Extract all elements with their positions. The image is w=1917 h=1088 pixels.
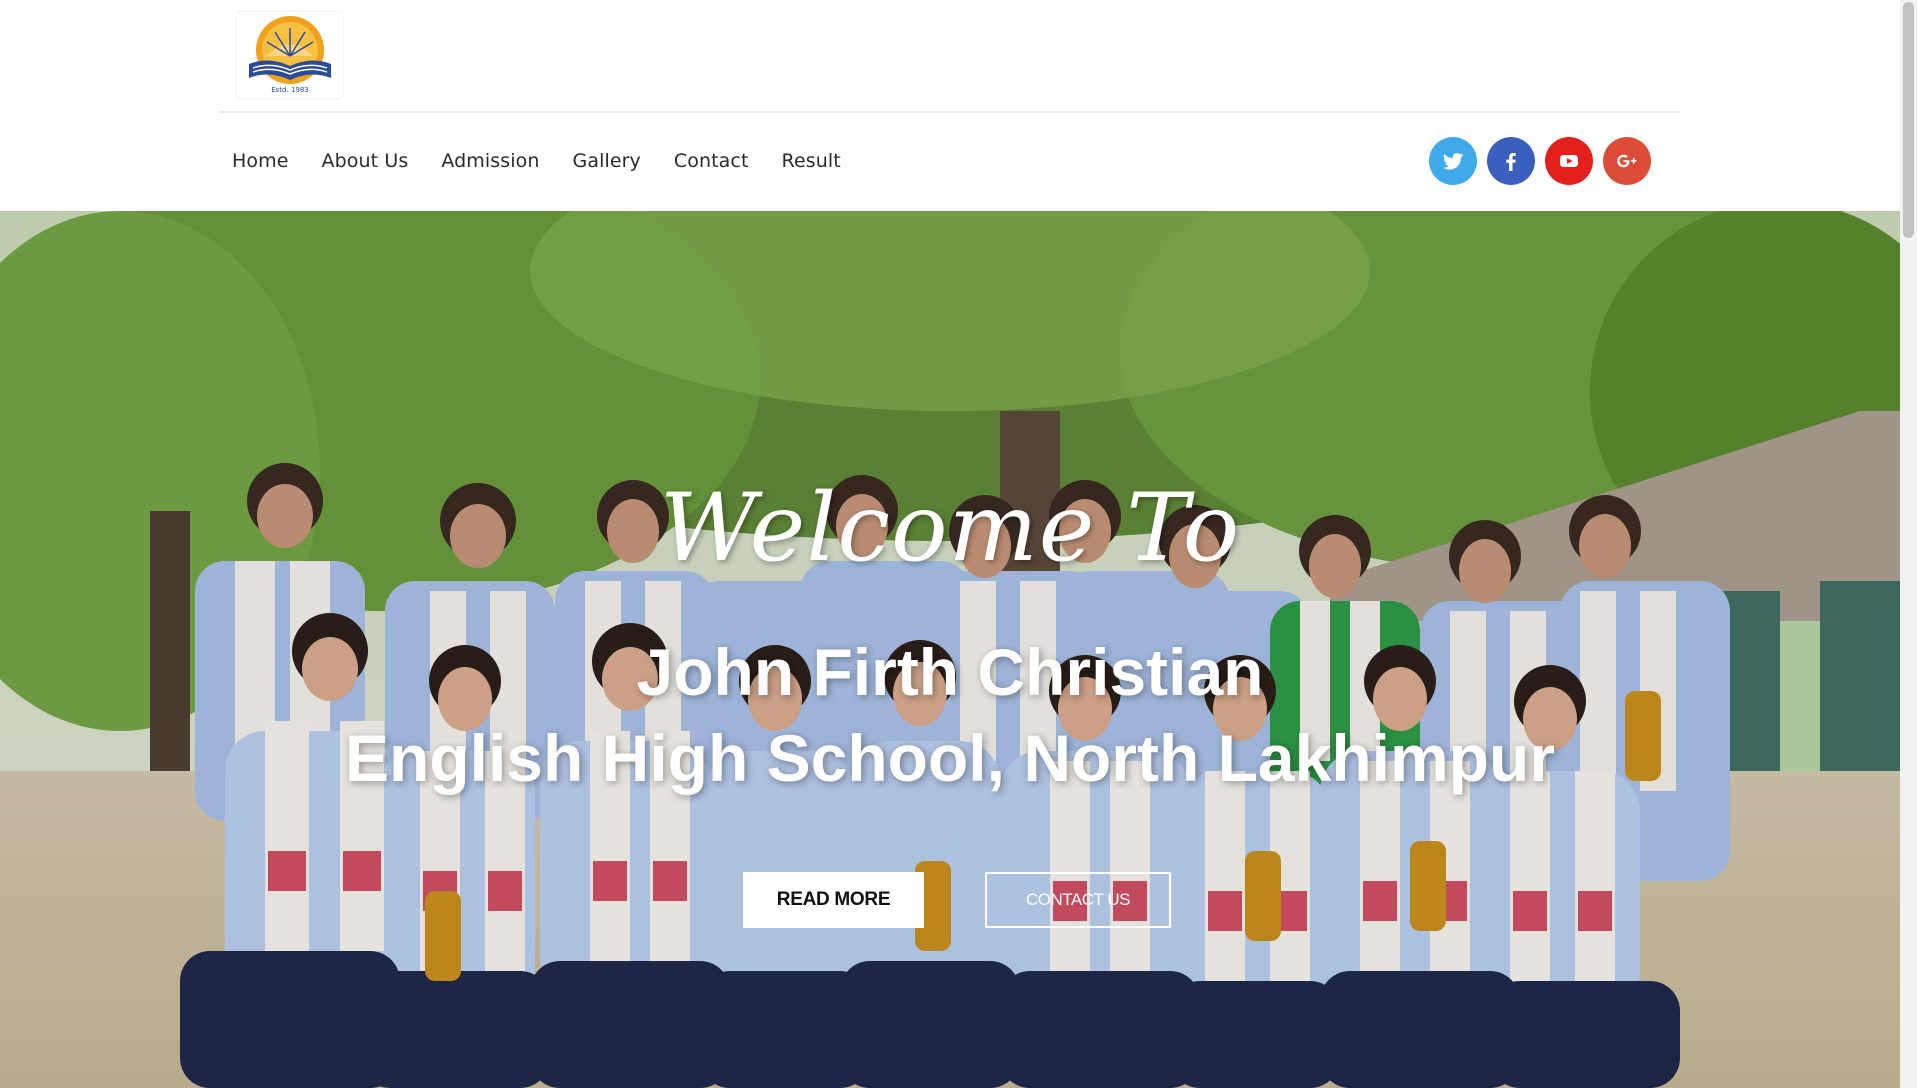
hero-school-title: John Firth Christian English High School… (0, 629, 1900, 801)
school-logo[interactable]: Estd. 1983 (237, 12, 343, 98)
facebook-button[interactable] (1487, 137, 1535, 185)
svg-text:Estd. 1983: Estd. 1983 (271, 86, 309, 94)
main-nav: Home About Us Admission Gallery Contact … (232, 145, 874, 177)
nav-item-gallery[interactable]: Gallery (573, 150, 641, 172)
nav-item-home[interactable]: Home (232, 150, 289, 172)
nav-item-admission[interactable]: Admission (441, 150, 539, 172)
hero-banner: Welcome To John Firth Christian English … (0, 211, 1900, 1088)
facebook-icon (1506, 153, 1516, 171)
youtube-icon (1560, 155, 1578, 167)
google-plus-button[interactable] (1603, 137, 1651, 185)
header-divider (218, 111, 1681, 113)
page: Estd. 1983 Home About Us Admission Galle… (0, 0, 1917, 1088)
hero-title-line-2: English High School, North Lakhimpur (344, 721, 1555, 795)
read-more-button[interactable]: READ MORE (743, 872, 924, 928)
youtube-button[interactable] (1545, 137, 1593, 185)
twitter-icon (1443, 153, 1463, 170)
scrollbar-thumb[interactable] (1903, 2, 1914, 238)
social-links (1429, 137, 1651, 185)
nav-item-result[interactable]: Result (782, 150, 841, 172)
google-plus-icon (1617, 154, 1637, 168)
twitter-button[interactable] (1429, 137, 1477, 185)
hero-title-line-1: John Firth Christian (636, 635, 1264, 709)
site-header: Estd. 1983 Home About Us Admission Galle… (0, 0, 1900, 211)
hero-welcome-text: Welcome To (659, 474, 1241, 583)
nav-item-about-us[interactable]: About Us (322, 150, 409, 172)
page-scrollbar[interactable] (1900, 0, 1917, 1088)
contact-us-button[interactable]: CONTACT US (985, 872, 1171, 928)
nav-item-contact[interactable]: Contact (674, 150, 749, 172)
